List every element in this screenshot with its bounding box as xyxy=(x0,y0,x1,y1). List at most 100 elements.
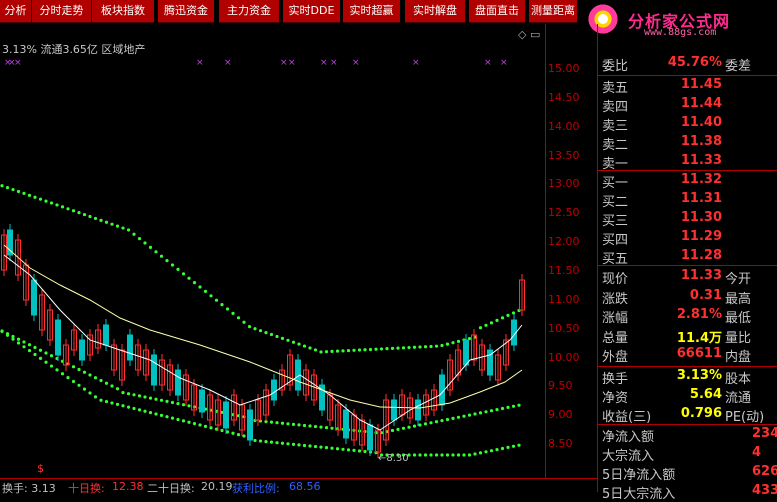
band-dot xyxy=(236,316,241,320)
band-dot xyxy=(187,420,191,424)
tab-realtime-analysis[interactable]: 实时解盘 xyxy=(405,0,466,23)
quote-value: 11.33 xyxy=(680,268,722,283)
band-dot xyxy=(462,453,466,457)
twenty-day-value: 20.19 xyxy=(201,480,233,493)
band-dot xyxy=(203,424,208,428)
bid-value: 11.29 xyxy=(680,229,722,244)
band-dot xyxy=(148,411,153,415)
quote-label: 涨幅 xyxy=(602,311,629,326)
tab-realtime-super[interactable]: 实时超赢 xyxy=(343,0,401,23)
signal-marker: × xyxy=(280,58,288,68)
quote-label2: 今开 xyxy=(725,272,752,287)
tab-market-view[interactable]: 盘面直击 xyxy=(469,0,526,23)
band-dot xyxy=(390,346,395,350)
band-dot xyxy=(121,226,125,230)
tab-sector-index[interactable]: 板块指数 xyxy=(92,0,155,23)
quote-label: 涨跌 xyxy=(602,291,629,307)
band-dot xyxy=(143,409,147,413)
candlestick-chart[interactable]: ××× × × × × × × × × × × ←8.30 xyxy=(0,24,560,478)
bid-label: 买二 xyxy=(602,195,629,210)
candle-body xyxy=(391,399,397,421)
candle-body xyxy=(79,339,85,361)
tab-analysis[interactable]: 分析 xyxy=(0,0,32,23)
band-dot xyxy=(132,393,136,397)
band-dot xyxy=(286,338,290,342)
band-dot xyxy=(104,400,109,404)
candle-body xyxy=(175,369,181,396)
band-dot xyxy=(308,444,312,448)
flow-label: 净流入额 xyxy=(602,430,655,445)
band-dot xyxy=(132,406,136,411)
signal-marker: × xyxy=(500,58,508,68)
band-dot xyxy=(440,453,444,457)
fund-value: 3.13% xyxy=(676,368,722,383)
price-tick: 15.00 xyxy=(548,62,580,75)
ask-row: 卖二 11.38 xyxy=(598,134,777,153)
band-dot xyxy=(71,379,76,384)
flow-row: 5日大宗流入 433 xyxy=(598,483,777,502)
band-dot xyxy=(110,222,114,226)
quote-row: 现价 11.33 今开 xyxy=(598,268,777,287)
band-dot xyxy=(49,364,54,368)
band-dot xyxy=(16,189,21,194)
band-dot xyxy=(16,337,21,341)
band-dot xyxy=(38,348,43,352)
band-dot xyxy=(253,327,257,331)
quote-row: 总量 11.4万 量比 xyxy=(598,327,777,346)
band-dot xyxy=(368,347,373,352)
band-dot xyxy=(236,433,241,437)
divider xyxy=(598,75,777,76)
fund-value: 0.796 xyxy=(680,406,722,421)
band-dot xyxy=(330,426,334,430)
divider xyxy=(598,366,777,367)
signal-marker: × xyxy=(224,58,232,68)
band-dot xyxy=(55,368,59,372)
profit-ratio-label: 获利比例: xyxy=(232,482,280,495)
band-dot xyxy=(506,405,510,409)
bid-value: 11.31 xyxy=(680,191,722,206)
band-dot xyxy=(148,245,153,249)
profit-ratio-value: 68.56 xyxy=(289,480,321,493)
quote-row: 涨跌 0.31 最高 xyxy=(598,288,777,307)
band-dot xyxy=(511,404,516,408)
weibi-row: 委比 45.76% 委差 xyxy=(598,55,777,74)
flow-value: 433 xyxy=(752,483,777,498)
price-tick: 12.50 xyxy=(548,206,580,220)
band-dot xyxy=(324,446,329,450)
bid-label: 买三 xyxy=(602,214,629,229)
band-dot xyxy=(390,428,395,433)
band-dot xyxy=(143,395,147,399)
tab-tencent-funds[interactable]: 腾迅资金 xyxy=(158,0,215,23)
band-dot xyxy=(462,414,466,418)
band-dot xyxy=(38,356,43,360)
band-dot xyxy=(495,408,499,412)
band-dot xyxy=(286,422,290,426)
candle-body xyxy=(199,389,205,413)
band-dot xyxy=(209,426,213,430)
band-dot xyxy=(137,237,142,241)
band-dot xyxy=(478,451,483,455)
bid-label: 买四 xyxy=(602,233,629,248)
tab-measure-distance[interactable]: 测量距离 xyxy=(529,0,578,23)
band-dot xyxy=(286,442,290,446)
band-dot xyxy=(88,391,92,395)
weicha-label: 委差 xyxy=(725,59,752,74)
ask-label: 卖二 xyxy=(602,138,629,153)
band-dot xyxy=(137,408,142,412)
band-dot xyxy=(302,344,307,348)
flow-row: 大宗流入 4 xyxy=(598,445,777,464)
band-dot xyxy=(434,453,439,457)
price-axis: 15.00 14.50 14.00 13.50 13.00 12.50 12.00 11.50… xyxy=(545,24,598,478)
tab-realtime-dde[interactable]: 实时DDE xyxy=(283,0,341,23)
band-dot xyxy=(396,427,400,431)
band-dot xyxy=(264,331,268,335)
band-dot xyxy=(451,453,455,457)
band-dot xyxy=(22,345,26,349)
tab-intraday[interactable]: 分时走势 xyxy=(32,0,92,23)
band-dot xyxy=(335,349,340,353)
tab-main-funds[interactable]: 主力资金 xyxy=(219,0,280,23)
quote-label2: 最高 xyxy=(725,291,752,307)
band-dot xyxy=(187,276,191,280)
bid-row: 买一 11.32 xyxy=(598,172,777,191)
band-dot xyxy=(77,383,81,387)
